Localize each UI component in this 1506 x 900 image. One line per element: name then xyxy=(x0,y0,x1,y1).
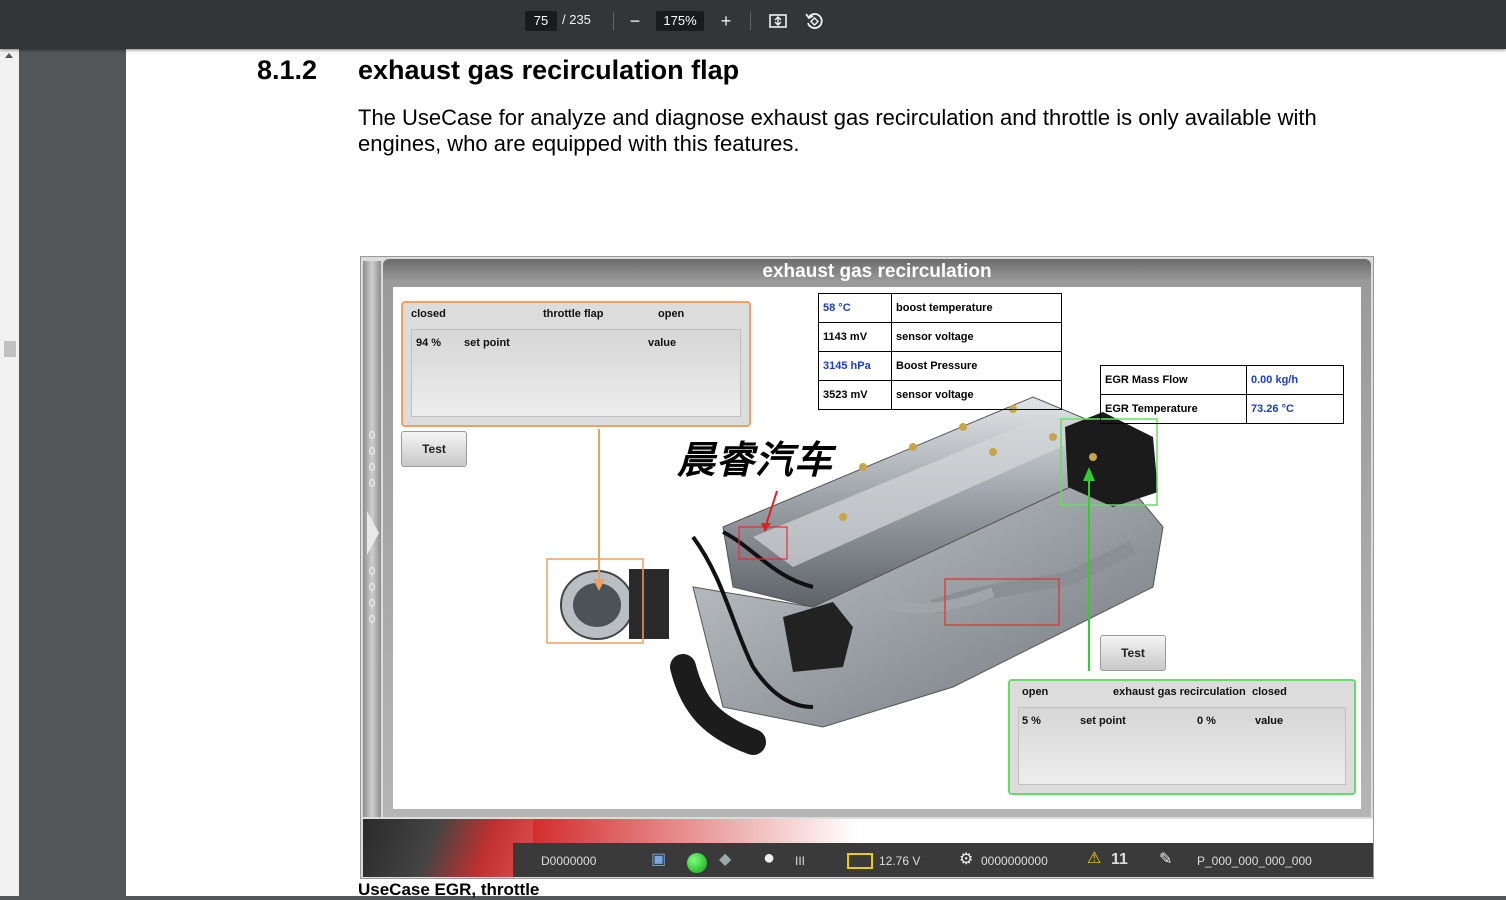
side-dot xyxy=(369,583,375,591)
sensor-label: sensor voltage xyxy=(891,380,1062,410)
fit-page-icon xyxy=(769,14,787,28)
throttle-setpoint-label: set point xyxy=(464,337,510,349)
odometer-icon: ⚙ xyxy=(959,851,974,868)
egr-panel-content: 58 °C boost temperature 1143 mV sensor v… xyxy=(393,287,1361,809)
scrollbar-thumb[interactable] xyxy=(4,341,16,357)
zoom-out-button[interactable]: − xyxy=(623,9,647,33)
rotate-button[interactable] xyxy=(802,9,826,33)
pdf-toolbar: 75 / 235 − 175% + xyxy=(0,0,1506,49)
page-total: / 235 xyxy=(562,12,591,27)
throttle-gauge-area xyxy=(411,329,741,417)
egr-panel: exhaust gas recirculation 58 °C boost te… xyxy=(383,259,1371,817)
sensor-row: 3523 mV sensor voltage xyxy=(818,380,1062,410)
sensor-value: 3145 hPa xyxy=(818,351,892,381)
egr-value-label: value xyxy=(1255,715,1284,727)
battery-voltage: 12.76 V xyxy=(879,854,921,868)
warning-count: 11 xyxy=(1111,851,1128,868)
part-number: P_000_000_000_000 xyxy=(1197,854,1312,868)
egr-setpoint-value: 5 % xyxy=(1022,715,1041,727)
interface-icon: ◆ xyxy=(719,851,732,868)
egr-actual-value: 0 % xyxy=(1197,715,1216,727)
head-profile-icon: ● xyxy=(763,847,776,869)
egr-label: EGR Mass Flow xyxy=(1100,365,1247,395)
tool-icon: ✎ xyxy=(1159,851,1173,868)
expand-arrow-icon xyxy=(367,511,379,555)
throttle-value-label: value xyxy=(648,337,677,349)
egr-open-label: open xyxy=(1022,686,1049,698)
sensor-value: 1143 mV xyxy=(818,322,892,352)
side-dot xyxy=(369,447,375,455)
page-number-input[interactable]: 75 xyxy=(525,11,557,31)
throttle-setpoint-value: 94 % xyxy=(416,337,442,349)
zoom-in-button[interactable]: + xyxy=(714,9,738,33)
fit-page-button[interactable] xyxy=(766,9,790,33)
egr-row: EGR Mass Flow 0.00 kg/h xyxy=(1100,365,1344,395)
side-dot xyxy=(369,463,375,471)
diagnostic-screenshot: exhaust gas recirculation 58 °C boost te… xyxy=(360,256,1374,879)
odometer-readout: 0000000000 xyxy=(981,854,1048,868)
zoom-level-input[interactable]: 175% xyxy=(656,11,704,31)
egr-row: EGR Temperature 73.26 °C xyxy=(1100,394,1344,424)
sensor-row: 58 °C boost temperature xyxy=(818,293,1062,323)
egr-value: 0.00 kg/h xyxy=(1246,365,1344,395)
egr-panel-title: exhaust gas recirculation xyxy=(762,261,992,282)
egr-gauge-area xyxy=(1018,707,1346,785)
vertical-scrollbar[interactable] xyxy=(0,49,19,896)
egr-closed-label: closed xyxy=(1252,686,1287,698)
side-dot xyxy=(369,599,375,607)
section-paragraph: The UseCase for analyze and diagnose exh… xyxy=(358,105,1317,156)
sensor-label: boost temperature xyxy=(891,293,1062,323)
watermark-text: 晨睿汽车 xyxy=(677,437,834,482)
figure-caption: UseCase EGR, throttle xyxy=(358,880,540,899)
egr-label: EGR Temperature xyxy=(1100,394,1247,424)
egr-value: 73.26 °C xyxy=(1246,394,1344,424)
egr-table: EGR Mass Flow 0.00 kg/h EGR Temperature … xyxy=(1100,365,1344,424)
side-navigation-strip xyxy=(363,261,381,817)
side-dot xyxy=(369,567,375,575)
throttle-flap-control: closed throttle flap open 94 % set point… xyxy=(401,301,751,427)
side-dot xyxy=(369,479,375,487)
scroll-up-icon[interactable] xyxy=(5,53,13,58)
throttle-open-label: open xyxy=(658,308,685,320)
diagnostic-status-bar: D0000000 ▣ ◆ ● III 12.76 V ⚙ 0000000000 … xyxy=(363,819,1373,877)
module-count: III xyxy=(795,854,806,868)
section-number: 8.1.2 xyxy=(257,55,318,85)
sensor-row: 3145 hPa Boost Pressure xyxy=(818,351,1062,381)
sensor-label: Boost Pressure xyxy=(891,351,1062,381)
egr-test-button[interactable]: Test xyxy=(1100,635,1166,671)
throttle-test-button[interactable]: Test xyxy=(401,431,467,467)
sensor-label: sensor voltage xyxy=(891,322,1062,352)
sensor-row: 1143 mV sensor voltage xyxy=(818,322,1062,352)
toolbar-separator xyxy=(613,12,614,30)
pdf-page: 8.1.2 exhaust gas recirculation flap The… xyxy=(126,49,1506,899)
connection-status-icon xyxy=(687,853,707,873)
throttle-title: throttle flap xyxy=(543,308,604,320)
side-dot xyxy=(369,615,375,623)
status-red-band xyxy=(513,819,1373,843)
side-dot xyxy=(369,431,375,439)
section-title: exhaust gas recirculation flap xyxy=(358,55,740,85)
monitor-icon: ▣ xyxy=(651,851,667,868)
vin-readout: D0000000 xyxy=(541,854,597,868)
sensor-table: 58 °C boost temperature 1143 mV sensor v… xyxy=(818,293,1062,410)
sensor-value: 58 °C xyxy=(818,293,892,323)
rotate-icon xyxy=(805,13,823,29)
warning-icon: ⚠ xyxy=(1087,850,1102,867)
mechanic-photo xyxy=(363,819,533,877)
battery-icon xyxy=(847,853,873,869)
throttle-closed-label: closed xyxy=(411,308,446,320)
sensor-value: 3523 mV xyxy=(818,380,892,410)
egr-setpoint-label: set point xyxy=(1080,715,1126,727)
egr-flap-control: open exhaust gas recirculation closed 5 … xyxy=(1008,679,1356,795)
toolbar-separator xyxy=(750,12,751,30)
egr-title: exhaust gas recirculation xyxy=(1113,686,1246,698)
